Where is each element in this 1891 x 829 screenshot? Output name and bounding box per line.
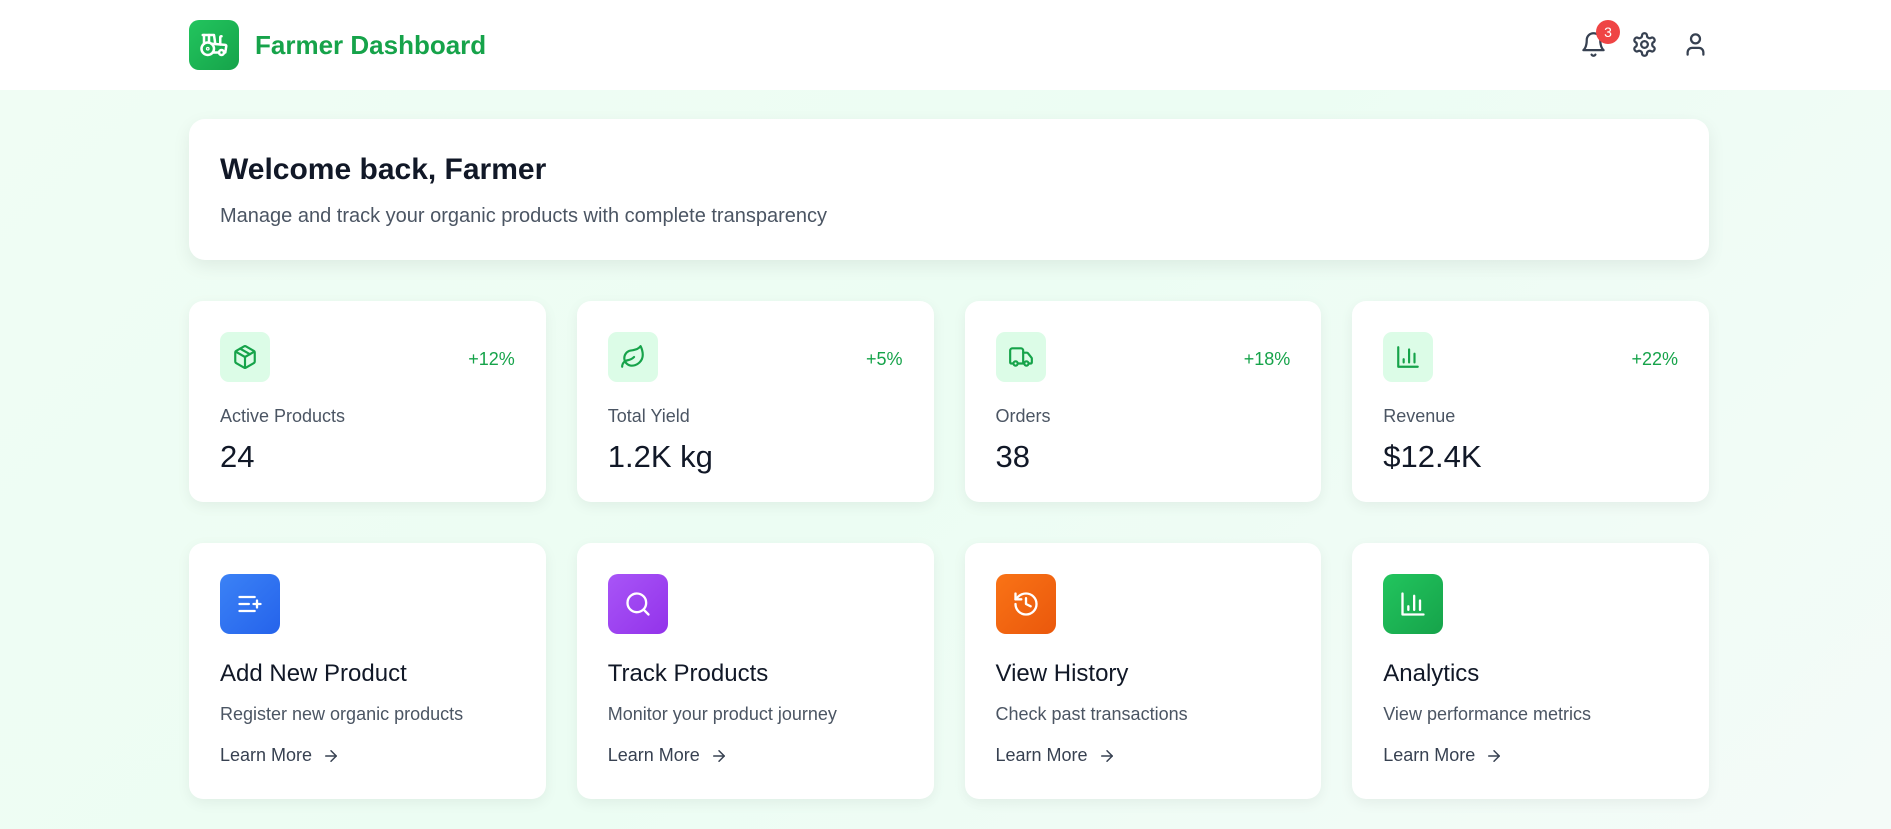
track-products-card[interactable]: Track Products Monitor your product jour… <box>576 543 934 799</box>
action-title: Add New Product <box>220 660 407 687</box>
actions-row: Add New Product Register new organic pro… <box>189 543 1709 799</box>
analytics-card[interactable]: Analytics View performance metrics Learn… <box>1352 543 1709 799</box>
header-actions: 3 <box>1578 19 1711 64</box>
action-title: Analytics <box>1383 660 1480 687</box>
stat-label: Orders <box>995 406 1051 426</box>
learn-more-link[interactable]: Learn More <box>996 745 1116 766</box>
stat-card-revenue: +22% Revenue $12.4K <box>1352 301 1709 502</box>
learn-more-link[interactable]: Learn More <box>220 745 340 766</box>
action-description: Monitor your product journey <box>607 704 837 724</box>
top-navbar: Farmer Dashboard 3 <box>0 0 1891 90</box>
learn-more-label: Learn More <box>995 745 1088 765</box>
learn-more-label: Learn More <box>220 745 313 765</box>
stat-card-active-products: +12% Active Products 24 <box>189 301 546 502</box>
action-title: View History <box>995 660 1129 687</box>
user-icon <box>1686 32 1705 56</box>
action-description: Register new organic products <box>220 704 464 724</box>
list-plus-icon <box>220 574 280 634</box>
stat-label: Revenue <box>1383 406 1456 426</box>
stat-card-orders: +18% Orders 38 <box>964 301 1322 502</box>
stat-label: Total Yield <box>607 406 690 426</box>
stats-row: +12% Active Products 24 +5% Total Yield … <box>189 301 1709 502</box>
settings-button[interactable] <box>1629 29 1660 60</box>
bar-chart-icon <box>1383 332 1434 382</box>
learn-more-label: Learn More <box>607 745 700 765</box>
view-history-card[interactable]: View History Check past transactions Lea… <box>964 543 1322 799</box>
arrow-right-icon <box>712 749 725 762</box>
learn-more-label: Learn More <box>1383 745 1476 765</box>
stat-value: 24 <box>220 439 255 474</box>
package-icon <box>220 332 270 382</box>
stat-value: 38 <box>995 439 1030 474</box>
truck-icon <box>995 332 1046 382</box>
stat-delta: +22% <box>1631 349 1678 369</box>
stat-delta: +12% <box>468 349 515 369</box>
notification-badge: 3 <box>1596 19 1620 44</box>
gear-icon <box>1633 31 1656 57</box>
stat-delta: +18% <box>1243 349 1291 369</box>
add-product-card[interactable]: Add New Product Register new organic pro… <box>189 543 546 799</box>
search-icon <box>607 574 668 634</box>
stat-label: Active Products <box>220 406 346 426</box>
brand[interactable]: Farmer Dashboard <box>189 20 486 70</box>
action-description: Check past transactions <box>995 704 1188 724</box>
arrow-right-icon <box>1100 749 1113 762</box>
stat-value: $12.4K <box>1383 439 1482 474</box>
notifications-button[interactable]: 3 <box>1578 19 1620 60</box>
tractor-icon <box>189 20 239 70</box>
leaf-icon <box>607 332 658 382</box>
welcome-heading: Welcome back, Farmer <box>220 153 547 186</box>
action-title: Track Products <box>607 660 769 687</box>
learn-more-link[interactable]: Learn More <box>1383 745 1503 766</box>
profile-button[interactable] <box>1680 29 1711 60</box>
bar-chart-icon <box>1383 574 1444 634</box>
stat-value: 1.2K kg <box>607 439 713 474</box>
arrow-right-icon <box>325 749 338 762</box>
stat-card-total-yield: +5% Total Yield 1.2K kg <box>576 301 934 502</box>
stat-delta: +5% <box>865 349 903 369</box>
welcome-card: Welcome back, Farmer Manage and track yo… <box>189 119 1709 260</box>
learn-more-link[interactable]: Learn More <box>608 745 728 766</box>
arrow-right-icon <box>1488 749 1501 762</box>
app-title: Farmer Dashboard <box>255 29 487 60</box>
history-icon <box>995 574 1056 634</box>
action-description: View performance metrics <box>1383 704 1591 724</box>
welcome-subtitle: Manage and track your organic products w… <box>220 205 827 227</box>
